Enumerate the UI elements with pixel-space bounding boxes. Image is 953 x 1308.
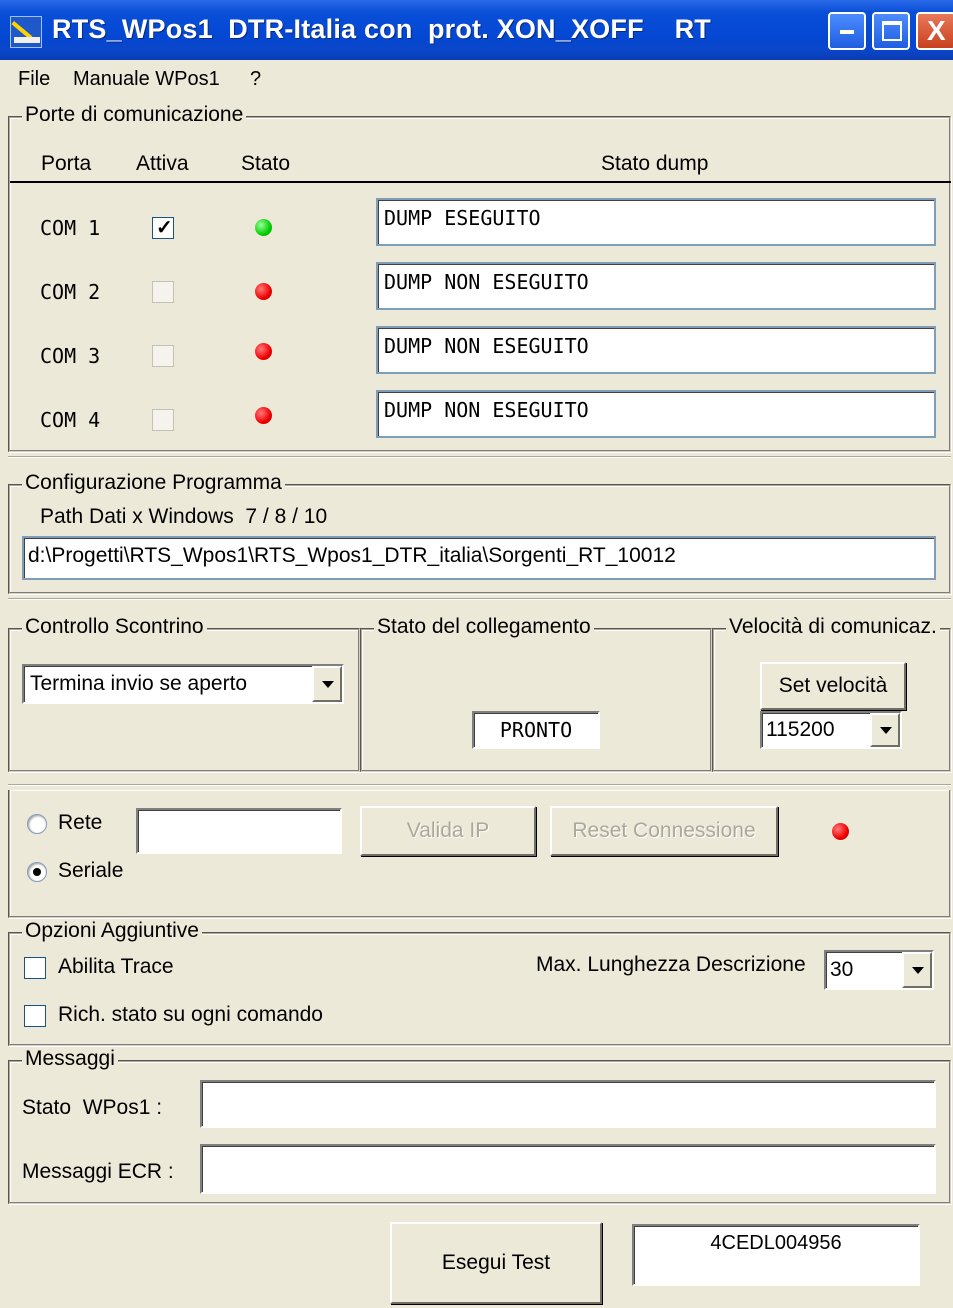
chevron-down-icon[interactable]: [870, 713, 900, 747]
maximize-icon: [882, 21, 902, 41]
port-name: COM 1: [40, 216, 101, 240]
rete-label: Rete: [58, 811, 103, 834]
port-name: COM 3: [40, 344, 101, 368]
close-button[interactable]: X: [916, 12, 953, 50]
dump-status-field[interactable]: DUMP NON ESEGUITO: [376, 326, 936, 374]
header-stato-dump: Stato dump: [601, 152, 709, 175]
connection-status-field: PRONTO: [472, 711, 600, 749]
stato-wpos-label: Stato WPos1 :: [22, 1096, 163, 1119]
serial-number-field: 4CEDL004956: [632, 1224, 920, 1286]
port-status-led: [255, 219, 272, 236]
maximize-button[interactable]: [872, 12, 910, 50]
port-status-led: [255, 407, 272, 424]
esegui-test-button[interactable]: Esegui Test: [390, 1222, 602, 1304]
minimize-icon: [840, 30, 854, 34]
abilita-trace-label: Abilita Trace: [58, 955, 174, 978]
controllo-selected: Termina invio se aperto: [30, 672, 248, 695]
header-porta: Porta: [41, 152, 92, 175]
rete-radio[interactable]: [27, 814, 47, 834]
path-input[interactable]: d:\Progetti\RTS_Wpos1\RTS_Wpos1_DTR_ital…: [22, 536, 936, 580]
seriale-radio[interactable]: [27, 862, 47, 882]
app-icon: [10, 16, 42, 48]
title-bar[interactable]: RTS_WPos1 DTR-Italia con prot. XON_XOFF …: [0, 0, 953, 60]
valida-ip-button[interactable]: Valida IP: [360, 806, 536, 856]
divider: [8, 784, 951, 786]
ports-group-label: Porte di comunicazione: [22, 103, 247, 127]
menu-manuale[interactable]: Manuale WPos1: [73, 68, 220, 91]
dump-status-field[interactable]: DUMP NON ESEGUITO: [376, 390, 936, 438]
reset-connessione-button[interactable]: Reset Connessione: [550, 806, 778, 856]
chevron-down-icon[interactable]: [312, 666, 342, 702]
window-title: RTS_WPos1 DTR-Italia con prot. XON_XOFF …: [52, 14, 711, 44]
port-name: COM 2: [40, 280, 101, 304]
abilita-trace-checkbox[interactable]: [24, 957, 46, 979]
controllo-group-label: Controllo Scontrino: [22, 615, 207, 639]
path-label: Path Dati x Windows 7 / 8 / 10: [40, 505, 328, 528]
rich-stato-checkbox[interactable]: [24, 1005, 46, 1027]
messages-group-label: Messaggi: [22, 1047, 118, 1071]
menu-bar: File Manuale WPos1 ?: [0, 60, 953, 98]
connection-status-led: [832, 823, 849, 840]
collegamento-group: [360, 628, 712, 772]
messaggi-ecr-field[interactable]: [200, 1144, 936, 1194]
seriale-label: Seriale: [58, 859, 124, 882]
set-velocita-button[interactable]: Set velocità: [760, 662, 906, 710]
ip-input[interactable]: [136, 808, 342, 854]
collegamento-group-label: Stato del collegamento: [374, 615, 594, 639]
dump-status-field[interactable]: DUMP ESEGUITO: [376, 198, 936, 246]
maxlen-select[interactable]: 30: [824, 950, 934, 990]
config-group-label: Configurazione Programma: [22, 471, 285, 495]
port-status-led: [255, 283, 272, 300]
port-active-checkbox[interactable]: ✓: [152, 217, 174, 239]
menu-help[interactable]: ?: [250, 68, 261, 91]
minimize-button[interactable]: [828, 12, 866, 50]
messaggi-ecr-label: Messaggi ECR :: [22, 1160, 174, 1183]
dump-status-field[interactable]: DUMP NON ESEGUITO: [376, 262, 936, 310]
port-active-checkbox[interactable]: [152, 409, 174, 431]
stato-wpos-field[interactable]: [200, 1080, 936, 1128]
velocita-selected: 115200: [766, 718, 835, 741]
divider: [8, 598, 951, 600]
maxlen-label: Max. Lunghezza Descrizione: [536, 953, 806, 976]
checkmark-icon: ✓: [156, 217, 173, 239]
chevron-down-icon[interactable]: [902, 952, 932, 988]
velocita-select[interactable]: 115200: [760, 711, 902, 749]
options-group-label: Opzioni Aggiuntive: [22, 919, 202, 943]
controllo-select[interactable]: Termina invio se aperto: [22, 664, 344, 704]
close-icon: X: [927, 15, 946, 46]
port-active-checkbox[interactable]: [152, 281, 174, 303]
header-divider: [10, 181, 951, 183]
header-stato: Stato: [241, 152, 291, 175]
divider: [8, 456, 951, 458]
port-active-checkbox[interactable]: [152, 345, 174, 367]
radio-dot: [33, 868, 41, 876]
maxlen-selected: 30: [830, 958, 854, 981]
port-name: COM 4: [40, 408, 101, 432]
header-attiva: Attiva: [136, 152, 189, 175]
options-group: [8, 932, 951, 1046]
port-status-led: [255, 343, 272, 360]
rich-stato-label: Rich. stato su ogni comando: [58, 1003, 323, 1026]
menu-file[interactable]: File: [18, 68, 50, 91]
velocita-group-label: Velocità di comunicaz.: [726, 615, 940, 639]
